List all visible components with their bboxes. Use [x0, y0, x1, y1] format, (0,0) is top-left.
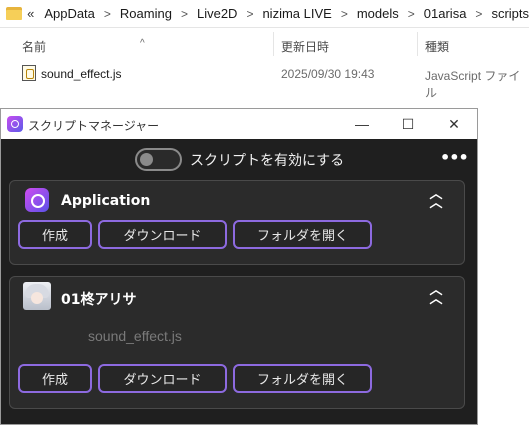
column-header-row: ^ 名前 更新日時 種類: [0, 32, 529, 56]
open-folder-button[interactable]: フォルダを開く: [233, 220, 372, 249]
breadcrumb-item[interactable]: Live2D: [197, 6, 237, 21]
file-row[interactable]: sound_effect.js 2025/09/30 19:43 JavaScr…: [0, 62, 529, 100]
chevron-right-icon: >: [180, 6, 188, 21]
enable-scripts-toggle[interactable]: [135, 148, 182, 171]
address-bar[interactable]: « AppData > Roaming > Live2D > nizima LI…: [0, 0, 529, 28]
javascript-file-icon: [22, 65, 36, 81]
script-manager-window: スクリプトマネージャー — ☐ ✕ スクリプトを有効にする ••• Applic…: [0, 108, 478, 425]
app-logo-icon: [7, 116, 23, 132]
folder-icon: [6, 7, 22, 20]
breadcrumb-item[interactable]: models: [357, 6, 399, 21]
breadcrumb-item[interactable]: nizima LIVE: [262, 6, 331, 21]
file-name: sound_effect.js: [41, 67, 122, 81]
enable-scripts-label[interactable]: スクリプトを有効にする: [190, 150, 344, 170]
card-title: 01柊アリサ: [61, 292, 137, 308]
breadcrumb-item[interactable]: AppData: [44, 6, 95, 21]
breadcrumb-item[interactable]: 01arisa: [424, 6, 467, 21]
open-folder-button[interactable]: フォルダを開く: [233, 364, 372, 393]
chevron-right-icon: >: [475, 6, 483, 21]
column-header-type[interactable]: 種類: [425, 38, 449, 55]
column-divider[interactable]: [417, 32, 418, 56]
chevron-right-icon: >: [407, 6, 415, 21]
app-logo-icon: [25, 188, 49, 212]
title-bar[interactable]: スクリプトマネージャー — ☐ ✕: [1, 109, 477, 139]
column-header-date[interactable]: 更新日時: [281, 38, 329, 55]
script-card-model: 01柊アリサ ︿ ︿ sound_effect.js 作成 ダウンロード フォルダ…: [9, 276, 465, 409]
chevron-right-icon: >: [103, 6, 111, 21]
breadcrumb-overflow[interactable]: «: [27, 6, 34, 21]
collapse-icon[interactable]: ︿ ︿: [427, 188, 445, 210]
download-button[interactable]: ダウンロード: [98, 220, 227, 249]
column-header-name[interactable]: 名前: [22, 38, 46, 55]
create-button[interactable]: 作成: [18, 220, 92, 249]
more-options-icon[interactable]: •••: [440, 148, 469, 168]
close-button[interactable]: ✕: [431, 109, 477, 139]
chevron-right-icon: >: [246, 6, 254, 21]
breadcrumb-item[interactable]: scripts: [491, 6, 529, 21]
toolbar: スクリプトを有効にする •••: [1, 139, 477, 179]
script-card-application: Application ︿ ︿ 作成 ダウンロード フォルダを開く: [9, 180, 465, 265]
create-button[interactable]: 作成: [18, 364, 92, 393]
file-type: JavaScript ファイル: [425, 69, 521, 100]
maximize-button[interactable]: ☐: [385, 109, 431, 139]
toggle-knob: [140, 153, 153, 166]
collapse-icon[interactable]: ︿ ︿: [427, 284, 445, 306]
character-avatar: [23, 282, 51, 310]
column-divider[interactable]: [273, 32, 274, 56]
minimize-button[interactable]: —: [339, 109, 385, 139]
file-date: 2025/09/30 19:43: [281, 67, 375, 81]
card-title: Application: [61, 193, 151, 209]
breadcrumb-item[interactable]: Roaming: [120, 6, 172, 21]
download-button[interactable]: ダウンロード: [98, 364, 227, 393]
script-file-label[interactable]: sound_effect.js: [88, 328, 182, 344]
sort-ascending-icon: ^: [140, 38, 145, 49]
window-title: スクリプトマネージャー: [28, 119, 160, 133]
chevron-right-icon: >: [340, 6, 348, 21]
